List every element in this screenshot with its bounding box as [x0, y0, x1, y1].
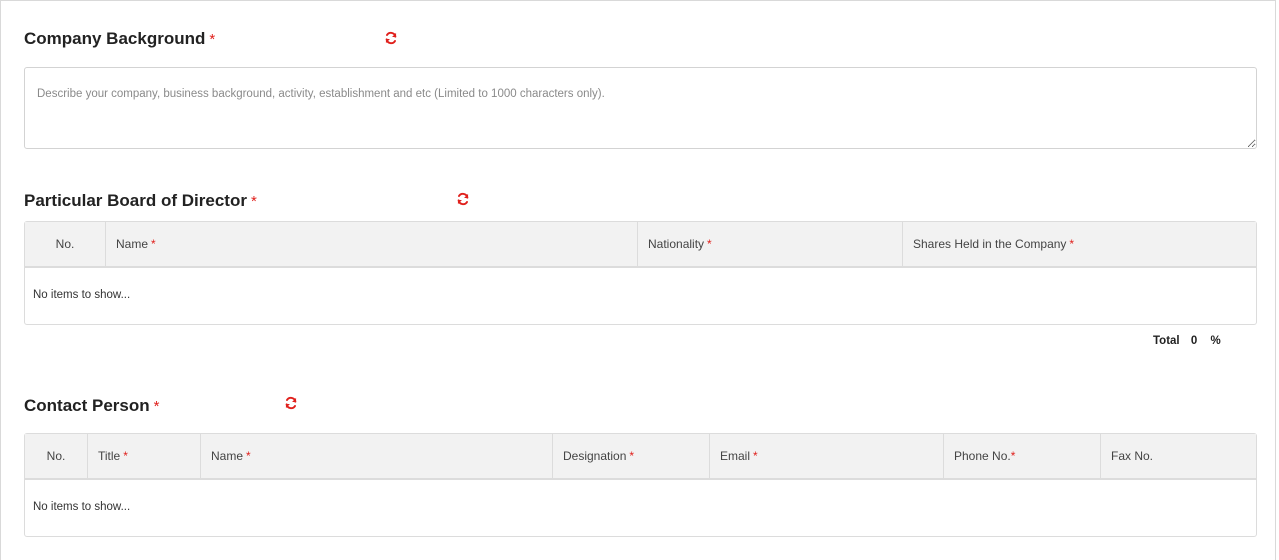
column-header-nationality[interactable]: Nationality * [638, 222, 903, 266]
board-of-director-grid: No. Name * Nationality * Shares Held in … [24, 221, 1257, 325]
required-mark: * [250, 192, 257, 210]
column-header-no[interactable]: No. [25, 222, 106, 266]
grid-header: No. Title * Name * Designation * Email *… [25, 434, 1256, 480]
company-background-title: Company Background [24, 29, 206, 48]
column-header-name[interactable]: Name * [106, 222, 638, 266]
board-of-director-heading: Particular Board of Director * [24, 191, 257, 211]
required-mark: * [153, 397, 160, 415]
company-background-heading: Company Background * [24, 29, 215, 49]
company-background-textarea[interactable] [25, 68, 1256, 148]
total-value: 0 [1190, 335, 1198, 347]
column-header-designation[interactable]: Designation * [553, 434, 710, 478]
contact-person-heading: Contact Person * [24, 396, 159, 416]
shares-total: Total 0 % [1153, 335, 1229, 347]
column-header-shares-held[interactable]: Shares Held in the Company * [903, 222, 1256, 266]
column-header-phone[interactable]: Phone No. * [944, 434, 1101, 478]
empty-message: No items to show... [33, 501, 131, 513]
board-of-director-title: Particular Board of Director [24, 191, 247, 210]
required-mark: * [209, 30, 216, 48]
refresh-icon[interactable] [384, 31, 398, 45]
company-background-field[interactable] [24, 67, 1257, 149]
refresh-icon[interactable] [284, 396, 298, 410]
contact-person-grid: No. Title * Name * Designation * Email *… [24, 433, 1257, 537]
grid-header: No. Name * Nationality * Shares Held in … [25, 222, 1256, 268]
total-unit: % [1210, 335, 1221, 347]
column-header-title[interactable]: Title * [88, 434, 201, 478]
column-header-fax[interactable]: Fax No. [1101, 434, 1256, 478]
total-label: Total [1153, 335, 1180, 347]
contact-person-title: Contact Person [24, 396, 150, 415]
empty-message: No items to show... [33, 289, 131, 301]
column-header-email[interactable]: Email * [710, 434, 944, 478]
column-header-no[interactable]: No. [25, 434, 88, 478]
column-header-name[interactable]: Name * [201, 434, 553, 478]
refresh-icon[interactable] [456, 192, 470, 206]
